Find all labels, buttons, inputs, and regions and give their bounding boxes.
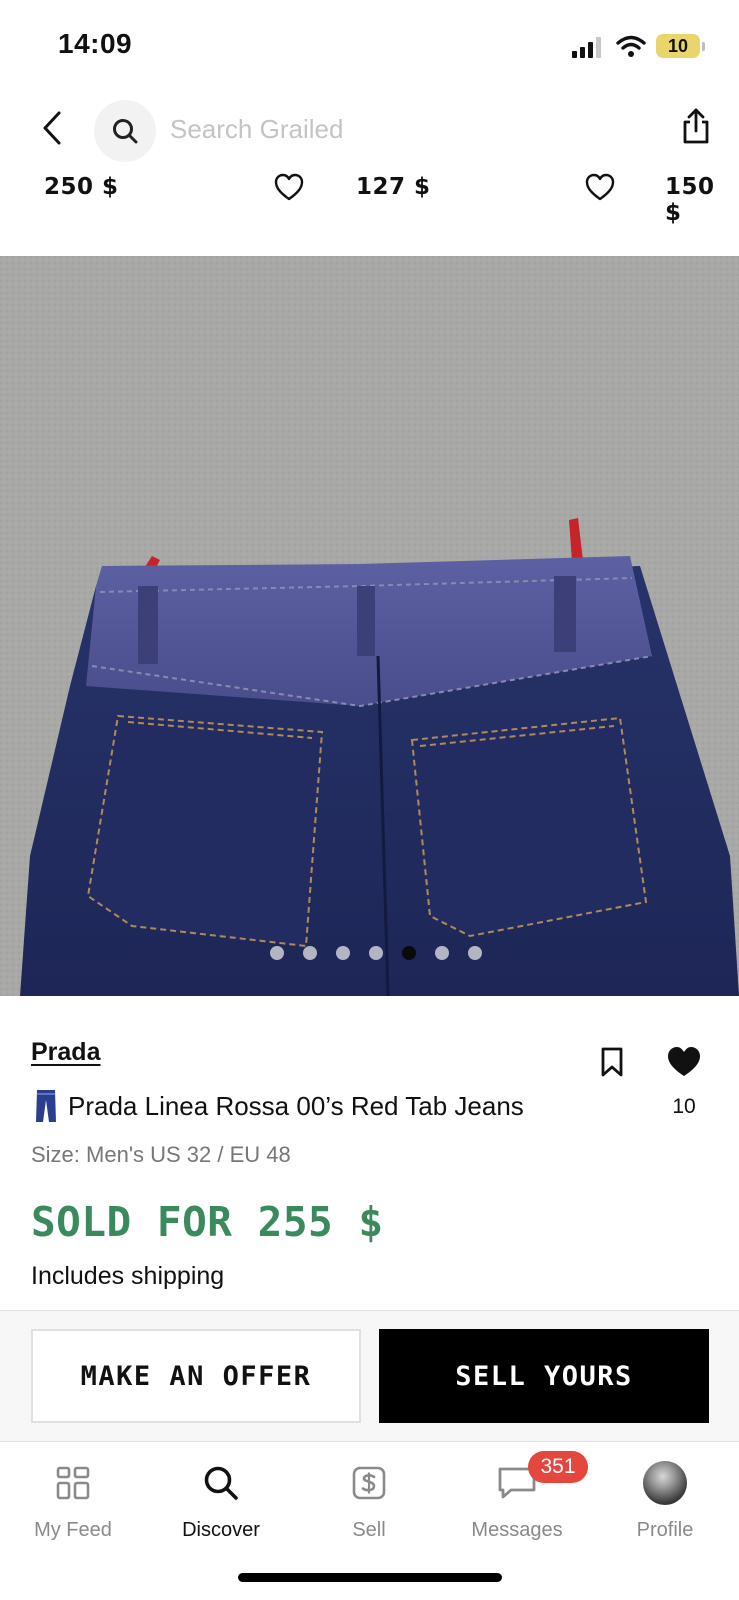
search-input[interactable]: Search Grailed bbox=[170, 114, 343, 145]
heart-outline-icon[interactable] bbox=[273, 172, 305, 202]
status-time: 14:09 bbox=[58, 28, 133, 59]
feed-grid-icon bbox=[56, 1466, 90, 1500]
search-button[interactable] bbox=[94, 100, 156, 162]
sell-yours-button[interactable]: SELL YOURS bbox=[379, 1329, 709, 1423]
carousel-dot[interactable] bbox=[335, 946, 350, 960]
tab-label: Discover bbox=[182, 1519, 260, 1541]
sold-price: SOLD FOR 255 $ bbox=[31, 1198, 384, 1246]
cellular-signal-icon bbox=[572, 37, 601, 58]
tab-label: Sell bbox=[352, 1519, 386, 1541]
avatar bbox=[643, 1461, 687, 1505]
carousel-dot[interactable] bbox=[302, 946, 317, 960]
chevron-left-icon bbox=[43, 111, 61, 145]
tab-label: Profile bbox=[636, 1519, 694, 1541]
action-bar: MAKE AN OFFER SELL YOURS bbox=[0, 1310, 739, 1442]
brand-link[interactable]: Prada bbox=[31, 1038, 100, 1067]
carousel-dot[interactable] bbox=[368, 946, 383, 960]
share-icon bbox=[683, 108, 709, 144]
listing-title: Prada Linea Rossa 00’s Red Tab Jeans bbox=[68, 1090, 524, 1121]
search-icon bbox=[204, 1466, 238, 1500]
related-price[interactable]: 127 $ bbox=[356, 174, 431, 200]
carousel-dot-active[interactable] bbox=[401, 946, 416, 960]
heart-filled-icon[interactable] bbox=[666, 1046, 702, 1078]
jeans-category-icon bbox=[36, 1090, 56, 1122]
tab-discover[interactable]: Discover bbox=[156, 1461, 286, 1561]
tab-label: Messages bbox=[471, 1519, 563, 1541]
product-image[interactable] bbox=[0, 256, 739, 996]
bookmark-icon[interactable] bbox=[598, 1046, 626, 1078]
messages-badge: 351 bbox=[528, 1451, 588, 1483]
make-offer-button[interactable]: MAKE AN OFFER bbox=[31, 1329, 361, 1423]
wifi-icon bbox=[616, 35, 646, 57]
tab-profile[interactable]: Profile bbox=[600, 1461, 730, 1561]
like-count: 10 bbox=[672, 1095, 696, 1118]
carousel-dot[interactable] bbox=[269, 946, 284, 960]
sell-dollar-icon bbox=[352, 1466, 386, 1500]
home-indicator bbox=[238, 1573, 502, 1582]
status-bar: 14:09 10 bbox=[0, 0, 739, 92]
related-listings-strip: 250 $ 127 $ 150 $ bbox=[0, 166, 739, 226]
carousel-dot[interactable] bbox=[434, 946, 449, 960]
back-button[interactable] bbox=[36, 106, 68, 150]
tab-label: My Feed bbox=[34, 1519, 112, 1541]
listing-size: Size: Men's US 32 / EU 48 bbox=[31, 1142, 291, 1167]
battery-level: 10 bbox=[656, 34, 700, 58]
shipping-note: Includes shipping bbox=[31, 1262, 225, 1290]
share-button[interactable] bbox=[676, 104, 716, 148]
title-row: Prada Linea Rossa 00’s Red Tab Jeans bbox=[34, 1088, 524, 1124]
search-icon bbox=[113, 119, 138, 144]
heart-outline-icon[interactable] bbox=[584, 172, 616, 202]
battery-cap bbox=[702, 42, 705, 51]
carousel-dots bbox=[0, 946, 739, 966]
tab-my-feed[interactable]: My Feed bbox=[8, 1461, 138, 1561]
carousel-dot[interactable] bbox=[467, 946, 482, 960]
tab-sell[interactable]: Sell bbox=[304, 1461, 434, 1561]
related-price[interactable]: 150 $ bbox=[665, 174, 739, 226]
jeans-photo bbox=[0, 256, 739, 996]
top-nav: Search Grailed bbox=[0, 92, 739, 164]
related-price[interactable]: 250 $ bbox=[44, 174, 119, 200]
